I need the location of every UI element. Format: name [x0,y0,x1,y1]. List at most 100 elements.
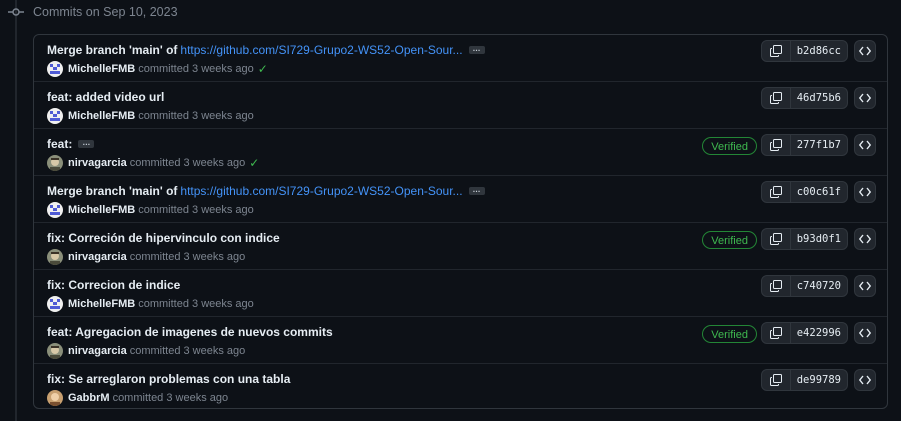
copy-sha-button[interactable] [762,370,791,390]
sha-button-group: e422996 [760,322,848,344]
commit-message[interactable]: feat: [47,137,72,151]
verified-badge[interactable]: Verified [702,231,757,249]
sha-button-group: c00c61f [760,181,848,203]
copy-icon [769,327,782,339]
expand-message-button[interactable]: … [468,186,485,195]
avatar[interactable] [47,155,63,171]
commit-message[interactable]: feat: added video url [47,90,164,104]
sha-button-group: b2d86cc [760,40,848,62]
browse-repo-button[interactable] [854,369,876,391]
copy-sha-button[interactable] [762,276,791,296]
check-icon[interactable]: ✓ [249,156,259,170]
verified-badge[interactable]: Verified [702,325,757,343]
avatar[interactable] [47,390,63,406]
browse-repo-button[interactable] [854,322,876,344]
check-icon[interactable]: ✓ [258,62,268,76]
commit-meta: MichelleFMB committed 3 weeks ago [47,108,254,124]
avatar[interactable] [47,249,63,265]
avatar[interactable] [47,296,63,312]
commit-time: committed 3 weeks ago [112,392,229,404]
commit-time: committed 3 weeks ago [138,110,254,122]
copy-icon [769,186,782,198]
code-icon [859,140,871,150]
commit-message[interactable]: Merge branch 'main' of [47,184,177,198]
commit-message-link[interactable]: https://github.com/SI729-Grupo2-WS52-Ope… [180,184,462,198]
author-link[interactable]: nirvagarcia [68,157,127,169]
author-link[interactable]: GabbrM [68,392,110,404]
code-icon [859,46,871,56]
code-icon [859,281,871,291]
commit-sha-link[interactable]: c00c61f [791,182,847,202]
copy-icon [769,92,782,104]
browse-repo-button[interactable] [854,87,876,109]
copy-icon [769,374,782,386]
browse-repo-button[interactable] [854,275,876,297]
commit-row: feat: … nirvagarcia committed 3 weeks ago ✓ V… [34,128,887,175]
commit-sha-link[interactable]: b2d86cc [791,41,847,61]
commit-meta: nirvagarcia committed 3 weeks ago [47,249,245,265]
copy-sha-button[interactable] [762,41,791,61]
copy-sha-button[interactable] [762,182,791,202]
copy-sha-button[interactable] [762,88,791,108]
avatar[interactable] [47,61,63,77]
code-icon [859,328,871,338]
commit-sha-link[interactable]: 277f1b7 [791,135,847,155]
expand-message-button[interactable]: … [78,139,95,148]
browse-repo-button[interactable] [854,228,876,250]
commit-row: Merge branch 'main' of https://github.co… [34,35,887,81]
author-link[interactable]: MichelleFMB [68,110,135,122]
commit-meta: MichelleFMB committed 3 weeks ago ✓ [47,61,268,77]
browse-repo-button[interactable] [854,40,876,62]
commits-day-heading: Commits on Sep 10, 2023 [33,5,178,19]
author-link[interactable]: nirvagarcia [68,345,127,357]
expand-message-button[interactable]: … [468,45,485,54]
commit-title: fix: Correcion de indice [47,278,180,292]
commit-title: Merge branch 'main' of https://github.co… [47,43,485,57]
avatar[interactable] [47,202,63,218]
commit-time: committed 3 weeks ago [129,157,246,169]
commit-row: feat: Agregacion de imagenes de nuevos c… [34,316,887,363]
commit-sha-link[interactable]: e422996 [791,323,847,343]
verified-badge[interactable]: Verified [702,137,757,155]
commit-row: fix: Correcion de indice MichelleFMB commi… [34,269,887,316]
commit-row: fix: Se arreglaron problemas con una tab… [34,363,887,408]
avatar[interactable] [47,108,63,124]
commit-sha-link[interactable]: de99789 [791,370,847,390]
commit-message[interactable]: fix: Correcion de indice [47,278,180,292]
copy-sha-button[interactable] [762,135,791,155]
commit-message-link[interactable]: https://github.com/SI729-Grupo2-WS52-Ope… [180,43,462,57]
sha-button-group: c740720 [760,275,848,297]
commit-time: committed 3 weeks ago [138,63,254,75]
commit-meta: nirvagarcia committed 3 weeks ago [47,343,245,359]
commit-message[interactable]: Merge branch 'main' of [47,43,177,57]
commit-row: Merge branch 'main' of https://github.co… [34,175,887,222]
browse-repo-button[interactable] [854,181,876,203]
commit-time: committed 3 weeks ago [138,298,254,310]
copy-sha-button[interactable] [762,229,791,249]
avatar[interactable] [47,343,63,359]
commit-row: feat: added video url MichelleFMB committe… [34,81,887,128]
commit-time: committed 3 weeks ago [129,251,246,263]
commit-meta: MichelleFMB committed 3 weeks ago [47,202,254,218]
copy-icon [769,45,782,57]
copy-icon [769,280,782,292]
author-link[interactable]: MichelleFMB [68,204,135,216]
commit-title: feat: Agregacion de imagenes de nuevos c… [47,325,333,339]
commit-title: fix: Correción de hipervinculo con indic… [47,231,280,245]
copy-sha-button[interactable] [762,323,791,343]
browse-repo-button[interactable] [854,134,876,156]
sha-button-group: 46d75b6 [760,87,848,109]
author-link[interactable]: MichelleFMB [68,63,135,75]
author-link[interactable]: MichelleFMB [68,298,135,310]
commit-message[interactable]: feat: Agregacion de imagenes de nuevos c… [47,325,333,339]
commit-time: committed 3 weeks ago [138,204,254,216]
commit-meta: MichelleFMB committed 3 weeks ago [47,296,254,312]
commit-message[interactable]: fix: Correción de hipervinculo con indic… [47,231,280,245]
code-icon [859,234,871,244]
commit-sha-link[interactable]: b93d0f1 [791,229,847,249]
commit-message[interactable]: fix: Se arreglaron problemas con una tab… [47,372,290,386]
commit-sha-link[interactable]: 46d75b6 [791,88,847,108]
commit-sha-link[interactable]: c740720 [791,276,847,296]
code-icon [859,375,871,385]
author-link[interactable]: nirvagarcia [68,251,127,263]
